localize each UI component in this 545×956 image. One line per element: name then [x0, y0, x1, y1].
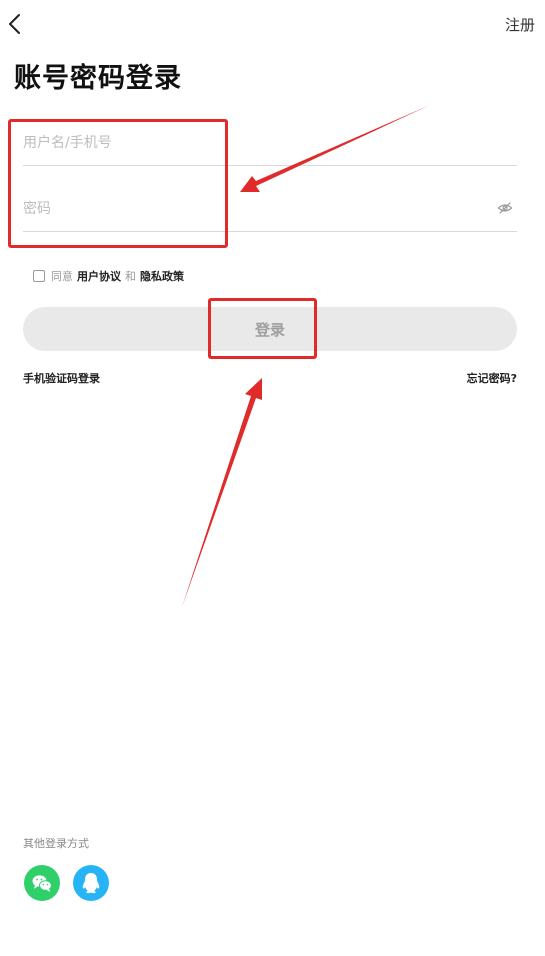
password-visibility-toggle[interactable] — [497, 200, 513, 216]
agreement-and: 和 — [125, 270, 136, 283]
arrow-to-login — [182, 378, 262, 607]
agreement-row: 同意 用户协议 和 隐私政策 — [33, 268, 188, 284]
wechat-login-button[interactable] — [24, 865, 60, 901]
login-button[interactable]: 登录 — [23, 307, 517, 351]
register-link[interactable]: 注册 — [505, 14, 535, 35]
username-field — [23, 120, 517, 166]
forgot-password-link[interactable]: 忘记密码? — [467, 370, 517, 386]
username-input[interactable] — [23, 120, 517, 165]
qq-login-button[interactable] — [73, 865, 109, 901]
back-button[interactable] — [4, 10, 26, 38]
password-field — [23, 186, 517, 232]
wechat-icon — [24, 865, 60, 901]
other-login-label: 其他登录方式 — [23, 837, 89, 850]
agreement-prefix: 同意 — [51, 270, 73, 283]
chevron-left-icon — [9, 14, 20, 34]
qq-icon — [73, 865, 109, 901]
sms-login-link[interactable]: 手机验证码登录 — [23, 370, 100, 386]
eye-off-icon — [497, 202, 513, 214]
privacy-policy-link[interactable]: 隐私政策 — [140, 268, 184, 284]
page-title: 账号密码登录 — [14, 63, 182, 94]
top-bar: 注册 — [0, 0, 545, 48]
password-input[interactable] — [23, 186, 517, 231]
user-agreement-link[interactable]: 用户协议 — [77, 268, 121, 284]
agreement-checkbox[interactable] — [33, 270, 45, 282]
